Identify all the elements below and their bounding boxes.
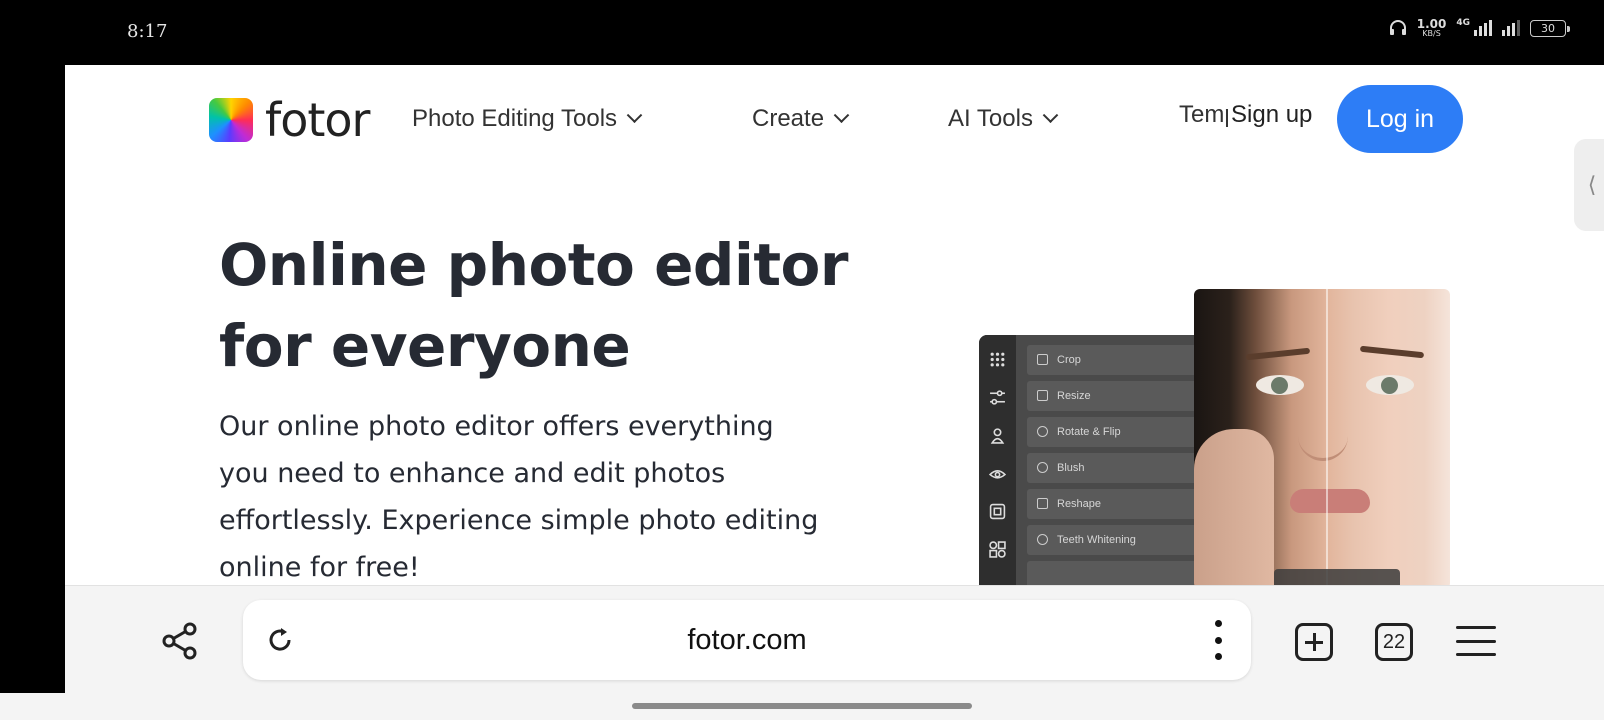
network-speed: 1.00 KB/S: [1417, 18, 1447, 38]
hero-title: Online photo editor for everyone: [219, 225, 859, 387]
eye-icon: [989, 470, 1006, 479]
network-type: 4G: [1456, 18, 1470, 28]
fotor-logo[interactable]: fotor: [209, 93, 370, 147]
tab-count-button[interactable]: 22: [1375, 623, 1413, 661]
tool-row-partial: [1027, 561, 1209, 585]
hamburger-menu-icon[interactable]: [1456, 626, 1496, 656]
home-indicator[interactable]: [632, 703, 972, 709]
nav-ai-tools[interactable]: AI Tools: [948, 105, 1059, 133]
more-options-icon[interactable]: [1213, 620, 1223, 660]
lips: [1290, 489, 1370, 513]
battery-icon: 30: [1530, 19, 1570, 37]
tool-blush: Blush: [1027, 453, 1209, 483]
before-after-divider: [1326, 289, 1328, 585]
nav-templates[interactable]: Templates: [1179, 101, 1231, 129]
hero-description: Our online photo editor offers everythin…: [219, 411, 819, 583]
gesture-bar: [0, 693, 1604, 720]
resize-icon: [1037, 390, 1048, 401]
tool-label: Blush: [1057, 462, 1085, 474]
chevron-down-icon: [1042, 106, 1059, 123]
image-badge: [1274, 569, 1400, 585]
fotor-logo-icon: [209, 98, 253, 142]
hero-title-line2: for everyone: [219, 312, 631, 380]
frame-icon: [989, 503, 1006, 520]
adjust-icon: [990, 390, 1005, 405]
eyebrow-right: [1359, 345, 1425, 359]
chevron-left-icon: ⟨: [1587, 172, 1597, 198]
url-text[interactable]: fotor.com: [243, 624, 1251, 657]
new-tab-icon[interactable]: [1295, 623, 1333, 661]
left-black-strip: [0, 65, 65, 693]
sign-up-link[interactable]: Sign up: [1228, 101, 1313, 129]
portrait-icon: [990, 428, 1005, 444]
tool-label: Reshape: [1057, 498, 1102, 510]
editor-icon-bar: [979, 335, 1016, 585]
rotate-icon: [1037, 426, 1048, 437]
tool-resize: Resize: [1027, 381, 1209, 411]
nav-create[interactable]: Create: [752, 105, 850, 133]
tool-reshape: Reshape: [1027, 489, 1209, 519]
headphones-icon: [1389, 20, 1406, 35]
address-bar[interactable]: fotor.com: [243, 600, 1251, 680]
tool-teeth-whitening: Teeth Whitening: [1027, 525, 1209, 555]
chevron-down-icon: [626, 106, 643, 123]
tool-label: Crop: [1057, 354, 1081, 366]
grid-icon: [990, 352, 1005, 367]
speed-unit: KB/S: [1422, 29, 1441, 38]
logo-text: fotor: [265, 93, 370, 147]
status-bar: 8:17 1.00 KB/S 4G 30: [0, 0, 1604, 65]
editor-preview-panel: Crop Resize Rotate & Flip Blush Reshape …: [979, 335, 1209, 585]
site-header: fotor Photo Editing Tools Create AI Tool…: [65, 65, 1604, 175]
signal-icon: [1474, 20, 1492, 36]
tool-crop: Crop: [1027, 345, 1209, 375]
crop-icon: [1037, 354, 1048, 365]
blush-icon: [1037, 462, 1048, 473]
battery-level: 30: [1541, 21, 1555, 35]
browser-toolbar: fotor.com 22: [65, 585, 1604, 693]
signal-icon-2: [1502, 20, 1520, 36]
web-page: fotor Photo Editing Tools Create AI Tool…: [65, 65, 1604, 585]
reshape-icon: [1037, 498, 1048, 509]
log-in-button[interactable]: Log in: [1337, 85, 1463, 153]
eye-right: [1366, 375, 1414, 395]
hero-title-line1: Online photo editor: [219, 231, 849, 299]
tool-label: Rotate & Flip: [1057, 426, 1121, 438]
hand: [1194, 429, 1274, 585]
tool-label: Teeth Whitening: [1057, 534, 1136, 546]
status-time: 8:17: [127, 21, 168, 42]
side-panel-tab[interactable]: ⟨: [1574, 139, 1604, 231]
nav-item-label: Photo Editing Tools: [412, 105, 618, 132]
status-icons: 1.00 KB/S 4G 30: [1389, 18, 1570, 38]
portrait-before-after-image: [1194, 289, 1450, 585]
eyebrow-left: [1245, 347, 1311, 361]
tool-rotate-flip: Rotate & Flip: [1027, 417, 1209, 447]
nav-photo-editing-tools[interactable]: Photo Editing Tools: [412, 105, 643, 133]
share-icon[interactable]: [161, 622, 199, 660]
chevron-down-icon: [833, 106, 850, 123]
teeth-icon: [1037, 534, 1048, 545]
nose: [1298, 399, 1348, 461]
eye-left: [1256, 375, 1304, 395]
nav-item-label: Create: [752, 105, 825, 132]
tool-label: Resize: [1057, 390, 1091, 402]
shapes-icon: [989, 541, 1006, 558]
nav-item-label: AI Tools: [948, 105, 1033, 132]
